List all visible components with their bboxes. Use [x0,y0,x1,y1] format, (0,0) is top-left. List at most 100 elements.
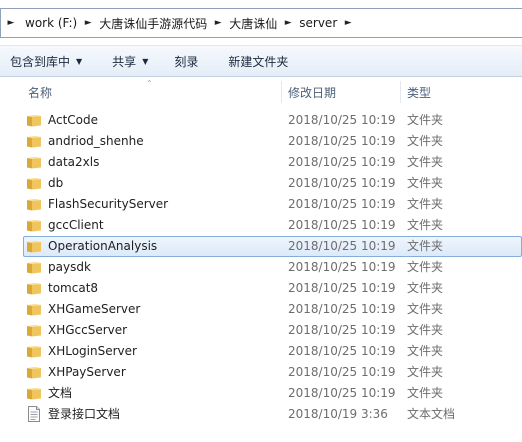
file-row[interactable]: XHGccServer 2018/10/25 10:19 文件夹 [0,320,522,341]
file-modified-date: 2018/10/25 10:19 [288,323,396,337]
folder-icon [26,365,42,379]
file-modified-date: 2018/10/25 10:19 [288,281,396,295]
file-modified-date: 2018/10/25 10:19 [288,176,396,190]
share-label: 共享 [112,54,137,69]
file-name: FlashSecurityServer [48,197,169,211]
file-row[interactable]: gccClient 2018/10/25 10:19 文件夹 [0,215,522,236]
file-type: 文件夹 [407,239,444,253]
file-name: data2xls [48,155,100,169]
file-name: OperationAnalysis [48,239,158,253]
file-name: ActCode [48,113,99,127]
file-name: XHPayServer [48,365,126,379]
file-row[interactable]: XHLoginServer 2018/10/25 10:19 文件夹 [0,341,522,362]
file-row-selected[interactable]: OperationAnalysis 2018/10/25 10:19 文件夹 [23,236,522,257]
column-divider[interactable] [281,81,282,103]
breadcrumb-drive[interactable]: work (F:) ► [21,9,95,37]
chevron-right-icon[interactable]: ► [211,18,225,28]
file-type: 文件夹 [407,197,444,211]
column-header-row: ⌃ 名称 修改日期 类型 [0,79,522,105]
file-modified-date: 2018/10/25 10:19 [288,239,396,253]
column-header-label: 修改日期 [288,85,337,100]
chevron-right-icon[interactable]: ► [281,18,295,28]
file-modified-date: 2018/10/25 10:19 [288,197,396,211]
file-name: tomcat8 [48,281,99,295]
file-type: 文件夹 [407,365,444,379]
folder-icon [26,302,42,316]
column-header-date[interactable]: 修改日期 [288,79,336,105]
folder-icon [26,155,42,169]
file-modified-date: 2018/10/25 10:19 [288,260,396,274]
column-header-type[interactable]: 类型 [407,79,431,105]
column-header-label: 名称 [28,85,53,100]
file-list: ActCode 2018/10/25 10:19 文件夹 andriod_shenhe… [0,110,522,425]
folder-icon [26,239,42,253]
new-folder-button[interactable]: 新建文件夹 [208,46,298,76]
file-row[interactable]: FlashSecurityServer 2018/10/25 10:19 文件夹 [0,194,522,215]
new-folder-label: 新建文件夹 [228,54,289,69]
file-row[interactable]: paysdk 2018/10/25 10:19 文件夹 [0,257,522,278]
column-header-label: 类型 [407,85,432,100]
breadcrumb-game[interactable]: 大唐诛仙 ► [225,9,295,37]
chevron-right-icon[interactable]: ► [81,18,95,28]
file-type: 文件夹 [407,134,444,148]
breadcrumb-label: 大唐诛仙 [229,16,278,31]
breadcrumb-source-code[interactable]: 大唐诛仙手游源代码 ► [95,9,225,37]
file-name: 登录接口文档 [48,407,121,421]
column-header-name[interactable]: 名称 [28,79,52,105]
folder-icon [26,281,42,295]
address-expand-chevron-icon[interactable]: ► [1,9,21,37]
file-modified-date: 2018/10/25 10:19 [288,386,396,400]
file-type: 文件夹 [407,218,444,232]
file-type: 文件夹 [407,176,444,190]
folder-icon [26,218,42,232]
breadcrumb-label: 大唐诛仙手游源代码 [99,16,208,31]
include-in-library-label: 包含到库中 [10,54,71,69]
file-row[interactable]: tomcat8 2018/10/25 10:19 文件夹 [0,278,522,299]
file-modified-date: 2018/10/25 10:19 [288,134,396,148]
file-modified-date: 2018/10/25 10:19 [288,218,396,232]
breadcrumb-label: server [299,16,338,30]
file-type: 文件夹 [407,260,444,274]
text-document-icon [26,406,42,422]
file-type: 文件夹 [407,344,444,358]
file-name: 文档 [48,386,73,400]
file-type: 文本文档 [407,407,456,421]
folder-icon [26,323,42,337]
file-row[interactable]: XHGameServer 2018/10/25 10:19 文件夹 [0,299,522,320]
file-name: XHGameServer [48,302,141,316]
file-type: 文件夹 [407,386,444,400]
file-row[interactable]: 文档 2018/10/25 10:19 文件夹 [0,383,522,404]
include-in-library-button[interactable]: 包含到库中 ▼ [0,46,92,76]
folder-icon [26,344,42,358]
file-name: XHLoginServer [48,344,137,358]
folder-icon [26,197,42,211]
burn-button[interactable]: 刻录 [158,46,208,76]
breadcrumb-server[interactable]: server ► [295,9,355,37]
burn-label: 刻录 [174,54,199,69]
file-type: 文件夹 [407,302,444,316]
sort-ascending-icon: ⌃ [146,79,153,88]
folder-icon [26,260,42,274]
file-modified-date: 2018/10/25 10:19 [288,344,396,358]
file-row[interactable]: ActCode 2018/10/25 10:19 文件夹 [0,110,522,131]
file-row[interactable]: andriod_shenhe 2018/10/25 10:19 文件夹 [0,131,522,152]
column-divider[interactable] [400,81,401,103]
file-row[interactable]: 登录接口文档 2018/10/19 3:36 文本文档 [0,404,522,425]
share-button[interactable]: 共享 ▼ [92,46,158,76]
file-type: 文件夹 [407,155,444,169]
file-row[interactable]: data2xls 2018/10/25 10:19 文件夹 [0,152,522,173]
file-name: XHGccServer [48,323,128,337]
file-type: 文件夹 [407,281,444,295]
file-modified-date: 2018/10/25 10:19 [288,155,396,169]
folder-icon [26,113,42,127]
file-row[interactable]: db 2018/10/25 10:19 文件夹 [0,173,522,194]
address-bar[interactable]: ► work (F:) ► 大唐诛仙手游源代码 ► 大唐诛仙 ► server … [0,8,522,38]
chevron-down-icon: ▼ [76,56,83,66]
file-modified-date: 2018/10/25 10:19 [288,302,396,316]
file-name: gccClient [48,218,104,232]
file-row[interactable]: XHPayServer 2018/10/25 10:19 文件夹 [0,362,522,383]
chevron-down-icon: ▼ [142,56,149,66]
command-toolbar: 包含到库中 ▼ 共享 ▼ 刻录 新建文件夹 [0,45,522,77]
file-modified-date: 2018/10/25 10:19 [288,365,396,379]
chevron-right-icon[interactable]: ► [341,18,355,28]
